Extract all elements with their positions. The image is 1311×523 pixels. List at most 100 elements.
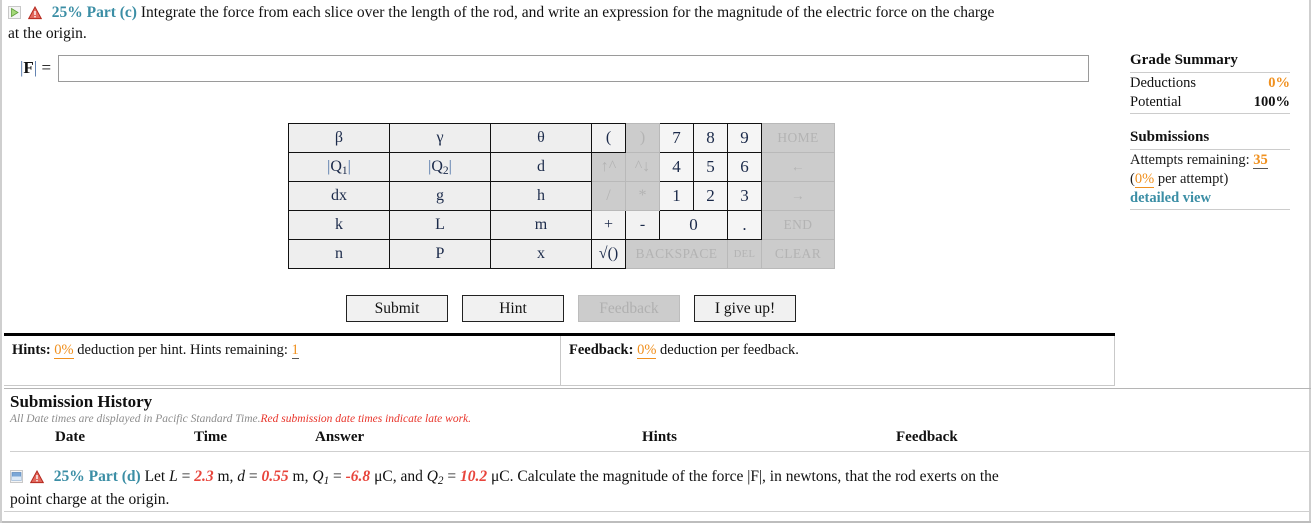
column-header-hints: Hints: [642, 429, 678, 445]
column-header-answer: Answer: [315, 429, 365, 445]
part-d-var-L: L: [169, 468, 178, 485]
note-gray-text: All Date times are displayed in Pacific …: [10, 413, 261, 425]
deductions-value: 0%: [1268, 74, 1290, 91]
keypad-table: β γ θ ( ) 7 8 9 HOME |Q1| |Q2| d ↑^ ^↓ 4…: [288, 123, 835, 269]
key-divide: /: [591, 181, 626, 211]
key-6[interactable]: 6: [727, 152, 762, 182]
keypad-row: n P x √() BACKSPACE DEL CLEAR: [288, 239, 835, 269]
column-header-time: Time: [194, 429, 228, 445]
key-multiply: *: [625, 181, 660, 211]
key-9[interactable]: 9: [727, 123, 762, 153]
key-subscript: ^↓: [625, 152, 660, 182]
part-c-header: 25% Part (c) Integrate the force from ea…: [2, 0, 1309, 45]
key-plus[interactable]: +: [591, 210, 626, 240]
hints-feedback-bar: Hints: 0% deduction per hint. Hints rema…: [4, 333, 1115, 386]
hints-label: Hints:: [12, 342, 51, 358]
submission-history-header-row: Date Time Answer Hints Feedback: [10, 429, 1311, 451]
give-up-button[interactable]: I give up!: [694, 295, 796, 322]
submission-history: Submission History All Date times are di…: [4, 388, 1311, 452]
key-beta[interactable]: β: [288, 123, 390, 153]
submission-history-note: All Date times are displayed in Pacific …: [10, 413, 1311, 425]
hints-deduction-pct: 0%: [54, 342, 74, 359]
per-attempt-row: (0% per attempt): [1130, 170, 1290, 189]
key-4[interactable]: 4: [659, 152, 694, 182]
per-attempt-value: 0%: [1134, 170, 1155, 188]
answer-row: |F| =: [2, 54, 1309, 82]
feedback-cell: Feedback: 0% deduction per feedback.: [561, 336, 1115, 386]
part-d-label: 25% Part (d): [53, 468, 141, 485]
key-7[interactable]: 7: [659, 123, 694, 153]
key-L[interactable]: L: [389, 210, 491, 240]
problem-page: 25% Part (c) Integrate the force from ea…: [0, 0, 1311, 523]
action-buttons: Submit Hint Feedback I give up!: [346, 295, 796, 322]
key-superscript: ↑^: [591, 152, 626, 182]
hints-remaining-value: 1: [291, 342, 299, 359]
key-minus[interactable]: -: [625, 210, 660, 240]
key-m[interactable]: m: [490, 210, 592, 240]
key-decimal-point[interactable]: .: [727, 210, 762, 240]
key-dx[interactable]: dx: [288, 181, 390, 211]
key-abs-q2[interactable]: |Q2|: [389, 152, 491, 182]
key-paren-open[interactable]: (: [591, 123, 626, 153]
key-sqrt[interactable]: √(): [591, 239, 626, 269]
part-d-t1: Let: [144, 468, 170, 485]
key-theta[interactable]: θ: [490, 123, 592, 153]
answer-label-symbol: F: [23, 58, 34, 78]
detailed-view-link[interactable]: detailed view: [1130, 189, 1290, 208]
feedback-deduction-pct: 0%: [637, 342, 657, 359]
hint-button[interactable]: Hint: [462, 295, 564, 322]
math-keypad: β γ θ ( ) 7 8 9 HOME |Q1| |Q2| d ↑^ ^↓ 4…: [288, 123, 835, 269]
answer-label: |F| =: [20, 58, 51, 78]
key-1[interactable]: 1: [659, 181, 694, 211]
key-abs-q1[interactable]: |Q1|: [288, 152, 390, 182]
key-h[interactable]: h: [490, 181, 592, 211]
submissions-title: Submissions: [1130, 129, 1210, 146]
key-d[interactable]: d: [490, 152, 592, 182]
grade-summary-title: Grade Summary: [1130, 52, 1238, 68]
key-2[interactable]: 2: [693, 181, 728, 211]
attempts-value: 35: [1253, 151, 1268, 169]
part-d-eq4: =: [443, 468, 460, 485]
submit-button[interactable]: Submit: [346, 295, 448, 322]
key-k[interactable]: k: [288, 210, 390, 240]
key-P[interactable]: P: [389, 239, 491, 269]
part-d-val-Q2: 10.2: [460, 468, 488, 485]
key-clear: CLEAR: [761, 239, 835, 269]
key-arrow-left: ←: [761, 152, 835, 182]
play-triangle-icon[interactable]: [8, 4, 21, 19]
key-end: END: [761, 210, 835, 240]
divider: [1130, 209, 1290, 211]
keypad-row: dx g h / * 1 2 3 →: [288, 181, 835, 211]
answer-label-equals: =: [41, 58, 52, 78]
note-red-text: Red submission date times indicate late …: [260, 413, 472, 425]
key-8[interactable]: 8: [693, 123, 728, 153]
key-arrow-right: →: [761, 181, 835, 211]
part-d-eq2: =: [245, 468, 262, 485]
key-3[interactable]: 3: [727, 181, 762, 211]
feedback-label: Feedback:: [569, 342, 634, 358]
key-g[interactable]: g: [389, 181, 491, 211]
divider: [1130, 113, 1290, 115]
key-5[interactable]: 5: [693, 152, 728, 182]
part-d-var-Q2: Q: [426, 468, 438, 485]
potential-value: 100%: [1253, 93, 1290, 110]
key-x[interactable]: x: [490, 239, 592, 269]
part-d-eq1: =: [177, 468, 195, 485]
part-d-unit-L: m,: [213, 468, 238, 485]
key-0[interactable]: 0: [659, 210, 728, 240]
divider: [1130, 148, 1290, 150]
part-c-text-line1: Integrate the force from each slice over…: [140, 4, 995, 21]
part-d-val-d: 0.55: [261, 468, 289, 485]
divider: [10, 451, 1311, 452]
divider: [1130, 71, 1290, 73]
column-header-date: Date: [55, 429, 85, 445]
collapsed-box-icon[interactable]: [10, 468, 23, 483]
keypad-row: k L m + - 0 . END: [288, 210, 835, 240]
key-n[interactable]: n: [288, 239, 390, 269]
key-gamma[interactable]: γ: [389, 123, 491, 153]
potential-row: Potential 100%: [1130, 93, 1290, 112]
part-d-unit-Q1: μC, and: [370, 468, 427, 485]
answer-input[interactable]: [58, 54, 1090, 82]
deductions-row: Deductions 0%: [1130, 74, 1290, 93]
